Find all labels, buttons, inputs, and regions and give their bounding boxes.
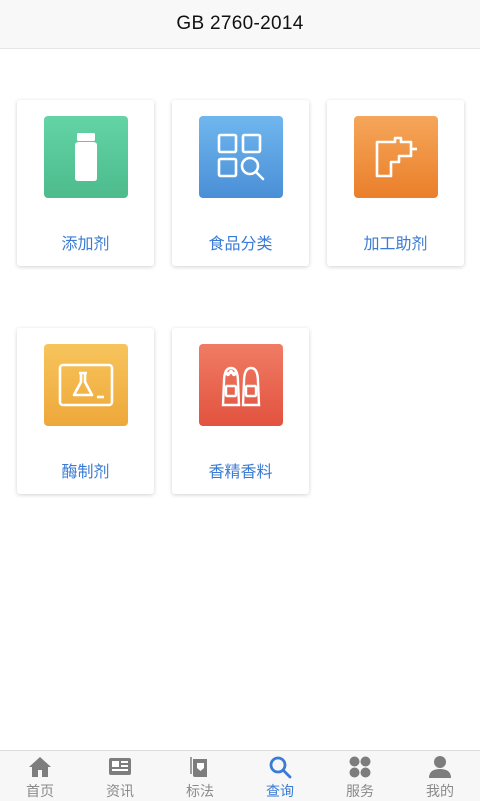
- news-icon: [107, 755, 133, 779]
- category-card-food-classification[interactable]: 食品分类: [172, 100, 309, 266]
- bottle-icon: [43, 116, 128, 198]
- search-icon: [267, 755, 293, 779]
- top-bar: GB 2760-2014: [0, 0, 480, 49]
- category-card-flavors-fragrances[interactable]: 香精香料: [172, 328, 309, 494]
- category-card-processing-aids[interactable]: 加工助剂: [327, 100, 464, 266]
- card-label: 食品分类: [208, 236, 273, 253]
- tab-home[interactable]: 首页: [0, 751, 80, 801]
- card-label: 加工助剂: [363, 236, 428, 253]
- page-title: GB 2760-2014: [176, 13, 304, 34]
- card-label: 酶制剂: [61, 464, 110, 481]
- tab-label: 标法: [186, 783, 214, 799]
- category-search-icon: [198, 116, 283, 198]
- card-label: 香精香料: [208, 464, 273, 481]
- salt-pepper-shakers-icon: [198, 344, 283, 426]
- category-card-additives[interactable]: 添加剂: [17, 100, 154, 266]
- home-icon: [27, 755, 53, 779]
- bottom-tab-bar: 首页 资讯 标法 查询 服务 我的: [0, 750, 480, 801]
- tab-label: 首页: [26, 783, 54, 799]
- tab-news[interactable]: 资讯: [80, 751, 160, 801]
- tab-label: 服务: [346, 783, 374, 799]
- tab-search[interactable]: 查询: [240, 751, 320, 801]
- standards-book-icon: [187, 755, 213, 779]
- tab-label: 我的: [426, 783, 454, 799]
- lab-flask-icon: [43, 344, 128, 426]
- processing-pipe-icon: [353, 116, 438, 198]
- profile-icon: [427, 755, 453, 779]
- card-label: 添加剂: [61, 236, 110, 253]
- tab-services[interactable]: 服务: [320, 751, 400, 801]
- category-card-enzymes[interactable]: 酶制剂: [17, 328, 154, 494]
- services-grid-icon: [347, 755, 373, 779]
- tab-label: 资讯: [106, 783, 134, 799]
- tab-profile[interactable]: 我的: [400, 751, 480, 801]
- tab-label: 查询: [266, 783, 294, 799]
- tab-standards[interactable]: 标法: [160, 751, 240, 801]
